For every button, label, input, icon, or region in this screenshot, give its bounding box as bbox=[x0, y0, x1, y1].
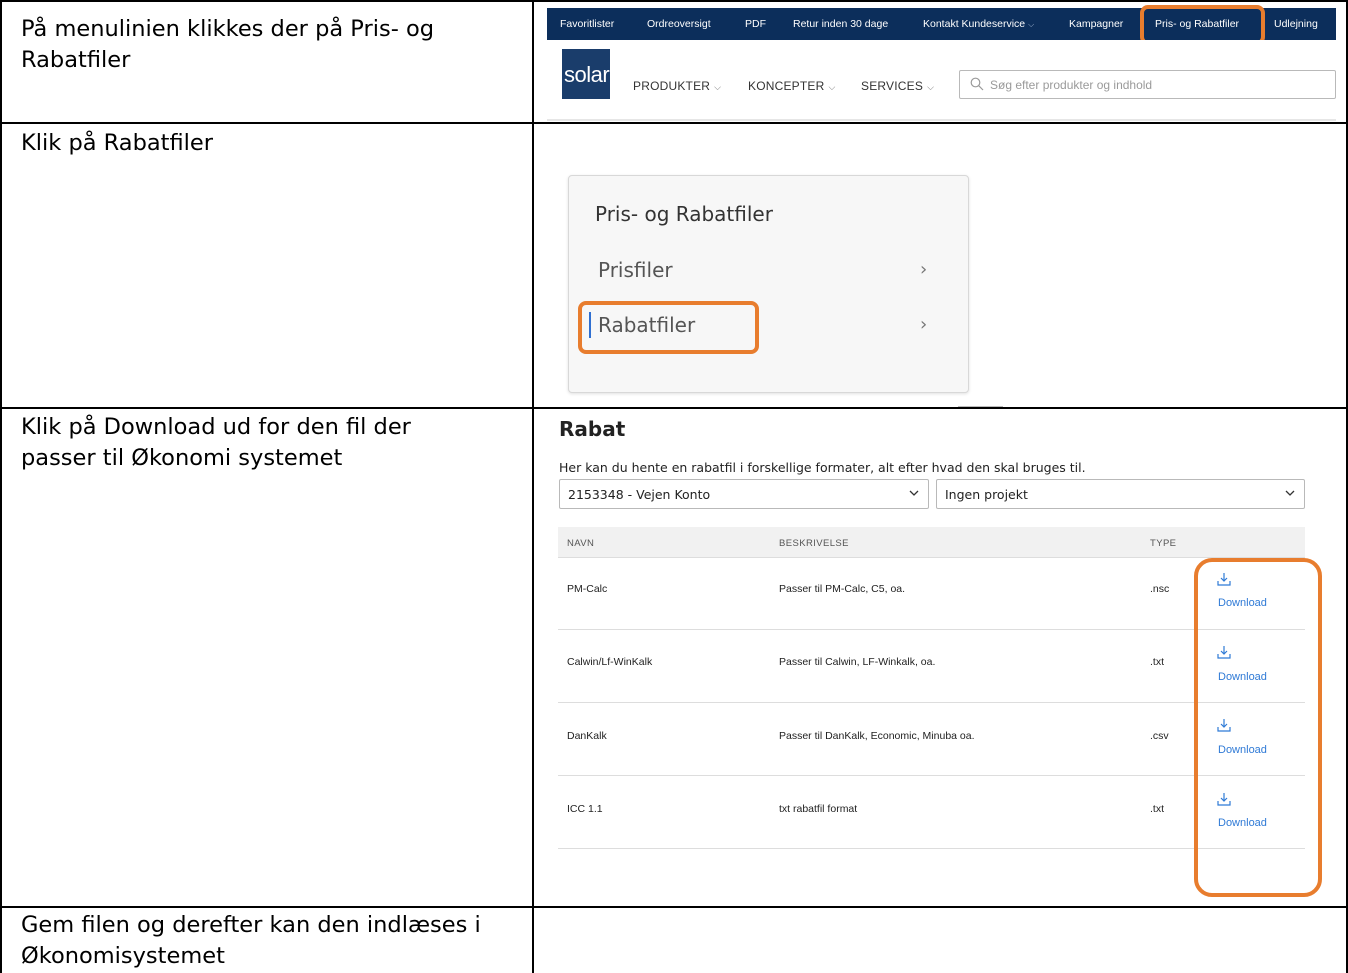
topnav-favoritlister[interactable]: Favoritlister bbox=[560, 8, 614, 40]
row-4-name: ICC 1.1 bbox=[567, 803, 603, 815]
row-2-description: Passer til Calwin, LF-Winkalk, oa. bbox=[779, 656, 936, 668]
table-header bbox=[558, 527, 1305, 558]
chevron-right-icon: › bbox=[920, 314, 928, 335]
row-3-description: Passer til DanKalk, Economic, Minuba oa. bbox=[779, 730, 975, 742]
topnav-kontakt[interactable]: Kontakt Kundeservice ⌵ bbox=[923, 8, 1034, 40]
row-4-description: txt rabatfil format bbox=[779, 803, 858, 815]
mainnav-services-label: SERVICES bbox=[861, 79, 924, 93]
step-3-line-1: Klik på Download ud for den fil der bbox=[21, 414, 411, 440]
step-1-line-1: På menulinien klikkes der på Pris- og bbox=[21, 16, 435, 42]
account-select-value: 2153348 - Vejen Konto bbox=[568, 487, 711, 502]
chevron-right-icon: › bbox=[920, 259, 928, 280]
step-4-text: Gem filen og derefter kan den indlæses i… bbox=[21, 910, 501, 972]
divider-line bbox=[958, 406, 1003, 407]
highlight-download-column bbox=[1194, 558, 1322, 897]
search-placeholder: Søg efter produkter og indhold bbox=[990, 78, 1153, 92]
project-select[interactable]: Ingen projekt bbox=[936, 479, 1305, 509]
chevron-down-icon bbox=[909, 490, 919, 496]
row-3-type: .csv bbox=[1150, 730, 1169, 742]
highlight-rabatfiler bbox=[578, 301, 759, 354]
step-4-line-1: Gem filen og derefter kan den indlæses i bbox=[21, 912, 481, 938]
step-2-line-1: Klik på Rabatfiler bbox=[21, 130, 213, 156]
mainnav-koncepter-label: KONCEPTER bbox=[748, 79, 825, 93]
row-4-type: .txt bbox=[1150, 803, 1165, 815]
column-header-navn: NAVN bbox=[567, 538, 595, 549]
row-divider-2 bbox=[0, 407, 1348, 409]
row-divider bbox=[558, 848, 1305, 849]
table-border-left bbox=[0, 0, 2, 973]
chevron-down-icon bbox=[1285, 490, 1295, 496]
topnav-ordreoversigt[interactable]: Ordreoversigt bbox=[647, 8, 711, 40]
step-1-line-2: Rabatfiler bbox=[21, 47, 131, 73]
row-1-description: Passer til PM-Calc, C5, oa. bbox=[779, 583, 906, 595]
row-divider bbox=[558, 702, 1305, 703]
topnav-kontakt-label: Kontakt Kundeservice bbox=[923, 18, 1026, 30]
step-3-line-2: passer til Økonomi systemet bbox=[21, 445, 343, 471]
column-header-type: TYPE bbox=[1150, 538, 1177, 549]
mainnav-services[interactable]: SERVICES ⌵ bbox=[861, 79, 934, 93]
mainnav-koncepter[interactable]: KONCEPTER ⌵ bbox=[748, 79, 836, 93]
mainnav-produkter-label: PRODUKTER bbox=[633, 79, 711, 93]
menu-item-prisfiler[interactable]: Prisfiler bbox=[598, 258, 673, 282]
row-1-type: .nsc bbox=[1150, 583, 1170, 595]
mainnav-produkter[interactable]: PRODUKTER ⌵ bbox=[633, 79, 721, 93]
row-2-type: .txt bbox=[1150, 656, 1165, 668]
rabat-title: Rabat bbox=[559, 417, 626, 441]
step-2-text: Klik på Rabatfiler bbox=[21, 128, 501, 159]
topnav-udlejning[interactable]: Udlejning bbox=[1274, 8, 1318, 40]
column-header-beskrivelse: BESKRIVELSE bbox=[779, 538, 849, 549]
chevron-down-icon: ⌵ bbox=[828, 82, 836, 92]
step-4-line-2: Økonomisystemet bbox=[21, 943, 225, 969]
chevron-down-icon: ⌵ bbox=[714, 82, 722, 92]
project-select-value: Ingen projekt bbox=[945, 487, 1028, 502]
row-divider-3 bbox=[0, 906, 1348, 908]
topnav-pdf[interactable]: PDF bbox=[745, 8, 766, 40]
chevron-down-icon: ⌵ bbox=[927, 82, 935, 92]
header-shadow bbox=[547, 119, 1336, 121]
search-input[interactable]: Søg efter produkter og indhold bbox=[959, 70, 1336, 99]
row-divider-1 bbox=[0, 122, 1348, 124]
step-3-text: Klik på Download ud for den fil der pass… bbox=[21, 412, 501, 474]
table-column-divider bbox=[532, 0, 534, 973]
search-icon bbox=[970, 77, 984, 91]
table-border-right bbox=[1346, 0, 1348, 973]
row-2-name: Calwin/Lf-WinKalk bbox=[567, 656, 653, 668]
topnav-retur[interactable]: Retur inden 30 dage bbox=[793, 8, 888, 40]
row-divider bbox=[558, 775, 1305, 776]
row-1-name: PM-Calc bbox=[567, 583, 608, 595]
account-select[interactable]: 2153348 - Vejen Konto bbox=[559, 479, 929, 509]
row-3-name: DanKalk bbox=[567, 730, 607, 742]
step-1-text: På menulinien klikkes der på Pris- og Ra… bbox=[21, 14, 501, 76]
topnav-kampagner[interactable]: Kampagner bbox=[1069, 8, 1123, 40]
table-border-top bbox=[0, 0, 1348, 2]
menu-panel-title: Pris- og Rabatfiler bbox=[595, 202, 773, 226]
solar-logo[interactable]: solar bbox=[562, 49, 610, 99]
chevron-down-icon: ⌵ bbox=[1028, 20, 1035, 29]
row-divider bbox=[558, 629, 1305, 630]
highlight-pris-rabatfiler bbox=[1140, 5, 1265, 45]
rabat-description: Her kan du hente en rabatfil i forskelli… bbox=[559, 460, 1086, 475]
